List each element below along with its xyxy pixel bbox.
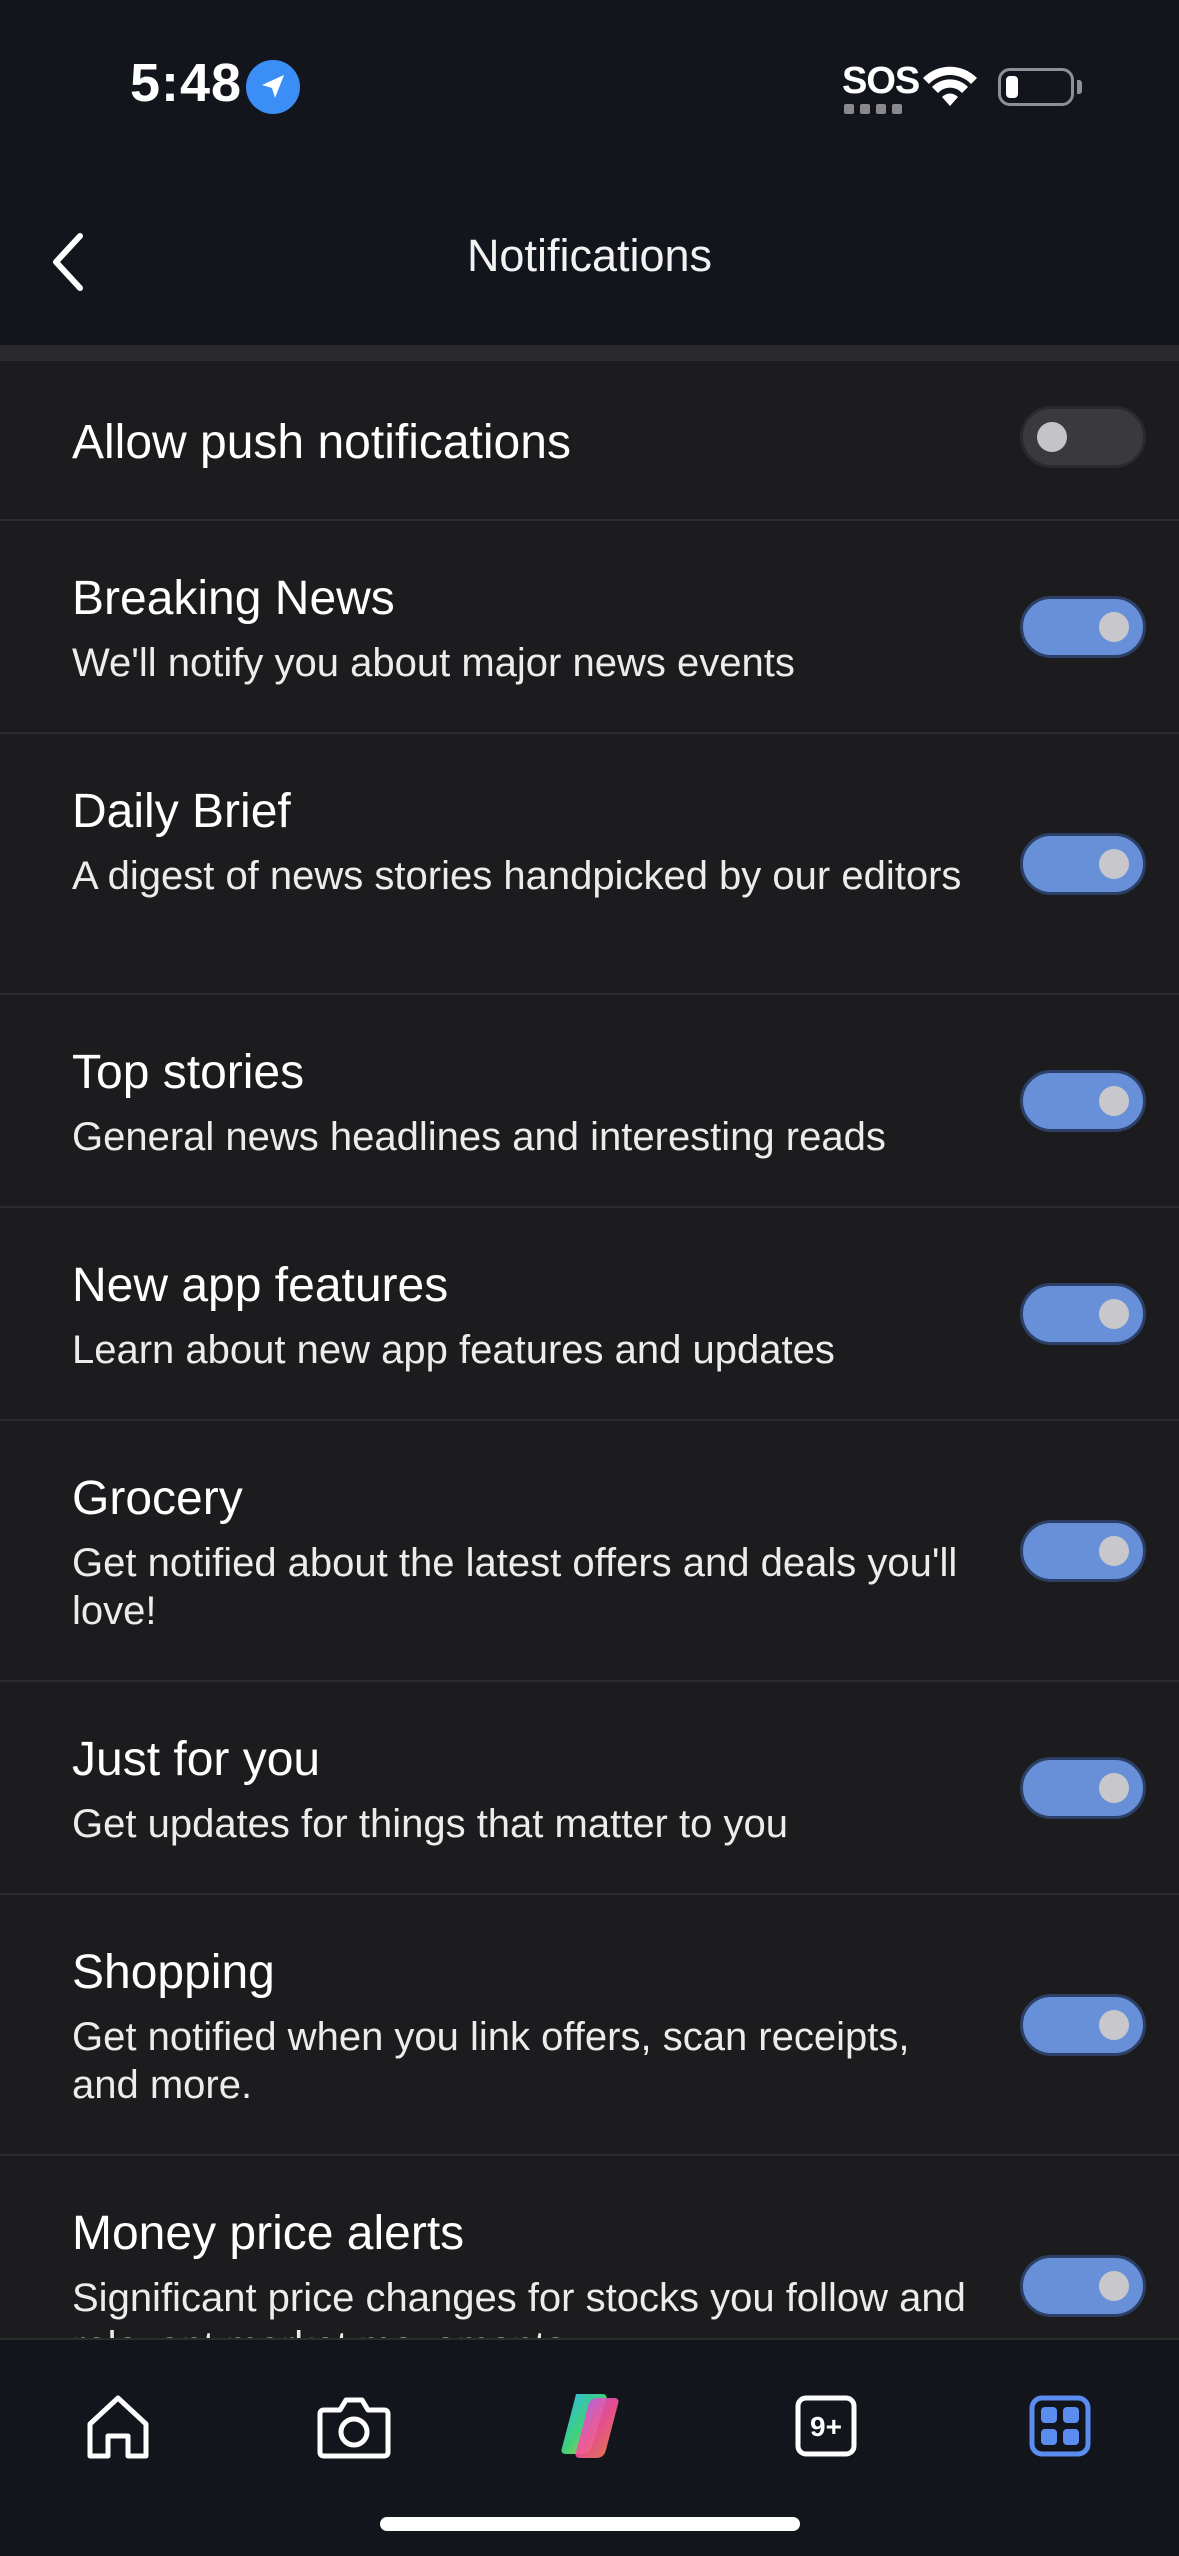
setting-row-just-for-you: Just for you Get updates for things that… <box>0 1682 1179 1895</box>
home-icon <box>87 2395 149 2459</box>
tabs-count-icon: 9+ <box>795 2395 857 2457</box>
setting-row-grocery: Grocery Get notified about the latest of… <box>0 1421 1179 1682</box>
tab-apps[interactable] <box>1010 2376 1110 2476</box>
setting-title: Shopping <box>72 1946 275 1999</box>
setting-description: Get notified when you link offers, scan … <box>72 2015 910 2107</box>
signal-dots <box>844 104 902 114</box>
setting-row-money-price-alerts: Money price alerts Significant price cha… <box>0 2156 1179 2338</box>
battery-tip <box>1077 80 1082 94</box>
setting-row-shopping: Shopping Get notified when you link offe… <box>0 1895 1179 2156</box>
notification-settings-list[interactable]: Allow push notifications Breaking News W… <box>0 361 1179 2338</box>
push-notifications-toggle[interactable] <box>1020 406 1146 468</box>
camera-icon <box>317 2397 391 2459</box>
apps-grid-icon <box>1029 2395 1091 2457</box>
daily-brief-toggle[interactable] <box>1020 833 1146 895</box>
battery-icon <box>998 68 1074 106</box>
location-arrow-icon <box>246 60 300 114</box>
nav-header: Notifications <box>0 170 1179 345</box>
setting-row-push: Allow push notifications <box>0 361 1179 521</box>
copilot-icon <box>561 2394 619 2458</box>
just-for-you-toggle[interactable] <box>1020 1757 1146 1819</box>
tabs-count-badge: 9+ <box>810 2411 842 2442</box>
setting-title: Daily Brief <box>72 785 291 838</box>
tab-tabs[interactable]: 9+ <box>776 2376 876 2476</box>
setting-row-top-stories: Top stories General news headlines and i… <box>0 995 1179 1208</box>
tab-home[interactable] <box>68 2376 168 2476</box>
home-indicator[interactable] <box>380 2517 800 2531</box>
grocery-toggle[interactable] <box>1020 1520 1146 1582</box>
setting-description: Significant price changes for stocks you… <box>72 2276 966 2338</box>
setting-description: Learn about new app features and updates <box>72 1328 835 1372</box>
setting-row-new-app-features: New app features Learn about new app fea… <box>0 1208 1179 1421</box>
page-title: Notifications <box>466 230 713 281</box>
setting-row-breaking-news: Breaking News We'll notify you about maj… <box>0 521 1179 734</box>
top-stories-toggle[interactable] <box>1020 1070 1146 1132</box>
tab-camera[interactable] <box>304 2376 404 2476</box>
setting-title: Just for you <box>72 1733 321 1786</box>
sos-indicator: SOS <box>842 60 920 102</box>
shopping-toggle[interactable] <box>1020 1994 1146 2056</box>
setting-title: Top stories <box>72 1046 305 1099</box>
setting-description: General news headlines and interesting r… <box>72 1115 886 1159</box>
setting-title: New app features <box>72 1259 449 1312</box>
setting-title: Breaking News <box>72 572 395 625</box>
setting-description: Get updates for things that matter to yo… <box>72 1802 788 1846</box>
new-app-features-toggle[interactable] <box>1020 1283 1146 1345</box>
setting-description: We'll notify you about major news events <box>72 641 795 685</box>
wifi-icon <box>923 66 977 106</box>
tab-copilot[interactable] <box>540 2376 640 2476</box>
money-price-alerts-toggle[interactable] <box>1020 2255 1146 2317</box>
setting-description: A digest of news stories handpicked by o… <box>72 854 962 898</box>
status-bar: 5:48 SOS <box>0 0 1179 170</box>
breaking-news-toggle[interactable] <box>1020 596 1146 658</box>
setting-title: Money price alerts <box>72 2207 465 2260</box>
header-divider <box>0 345 1179 361</box>
setting-title: Allow push notifications <box>72 416 571 469</box>
status-time: 5:48 <box>130 53 243 113</box>
setting-title: Grocery <box>72 1472 243 1525</box>
setting-row-daily-brief: Daily Brief A digest of news stories han… <box>0 734 1179 995</box>
setting-description: Get notified about the latest offers and… <box>72 1541 958 1633</box>
